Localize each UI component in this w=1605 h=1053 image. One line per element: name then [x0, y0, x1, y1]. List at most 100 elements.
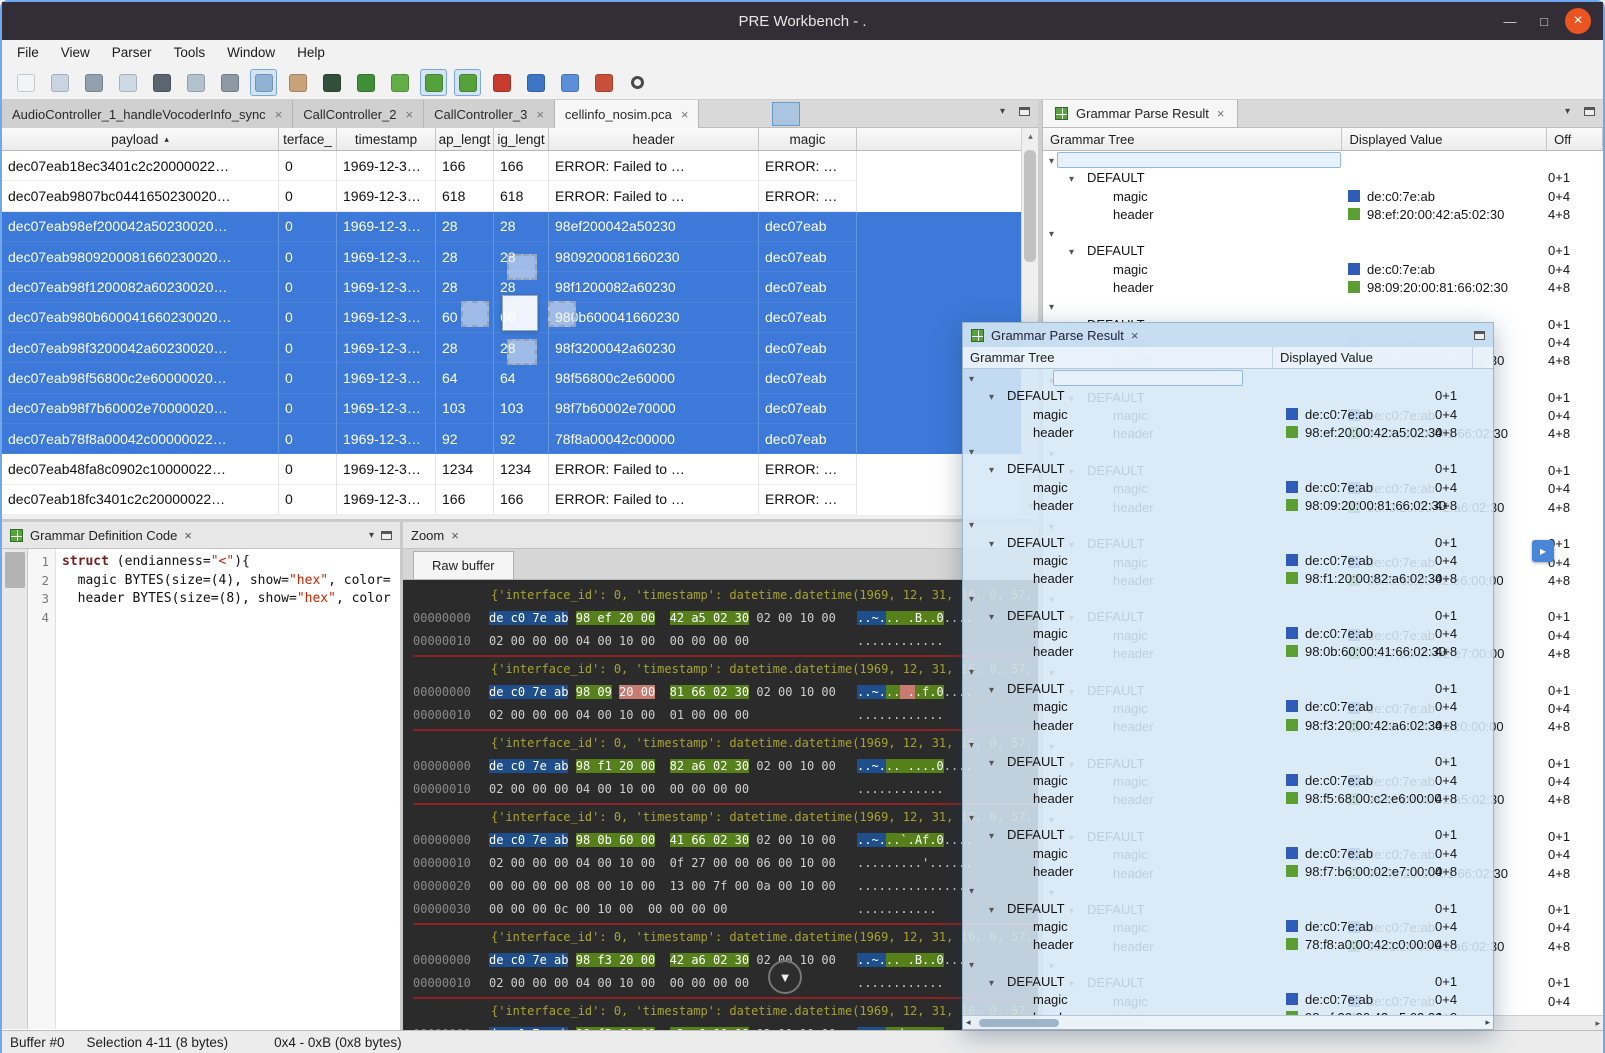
- column-header-payload[interactable]: payload▴: [2, 128, 279, 150]
- tree-row-magic[interactable]: magicde:c0:7e:ab0+4: [963, 845, 1493, 863]
- tab-close-icon[interactable]: ×: [1217, 106, 1225, 121]
- code-panel-header[interactable]: Grammar Definition Code × ▾: [2, 522, 400, 549]
- tree-row-header[interactable]: header98:0b:60:00:41:66:02:304+8: [963, 643, 1493, 661]
- titlebar[interactable]: PRE Workbench - . — □ ×: [2, 2, 1603, 40]
- maximize-button[interactable]: □: [1531, 8, 1557, 34]
- tree-row-header[interactable]: header98:f5:68:00:c2:e6:00:004+8: [963, 790, 1493, 808]
- close-panel-icon[interactable]: ×: [451, 528, 459, 543]
- tree-row-default[interactable]: ▾DEFAULT0+1: [963, 973, 1493, 991]
- code-line[interactable]: magic BYTES(size=(4), show="hex", color=: [62, 572, 400, 591]
- scroll-up-icon[interactable]: ▴: [1022, 131, 1039, 142]
- column-header-header[interactable]: header: [549, 128, 759, 150]
- import-button[interactable]: [114, 69, 141, 96]
- floating-parse-result-window[interactable]: Grammar Parse Result × Grammar TreeDispl…: [962, 322, 1494, 1030]
- tree-row-default[interactable]: ▾DEFAULT0+1: [963, 387, 1493, 405]
- code-line[interactable]: struct (endianness="<"){: [62, 553, 400, 572]
- tree-row-root[interactable]: ▾: [963, 955, 1493, 973]
- table-row[interactable]: dec07eab98f7b60002e70000020…01969-12-3…1…: [2, 394, 1021, 424]
- table-row[interactable]: dec07eab78f8a00042c00000022…01969-12-3…9…: [2, 424, 1021, 454]
- table-row[interactable]: dec07eab9807bc0441650230020…01969-12-3…6…: [2, 181, 1021, 211]
- screen-zoom-button[interactable]: [556, 69, 583, 96]
- tree-row-magic[interactable]: magicde:c0:7e:ab0+4: [963, 772, 1493, 790]
- tree-row-header[interactable]: header78:f8:a0:00:42:c0:00:004+8: [963, 936, 1493, 954]
- tree-row-root[interactable]: ▾: [963, 881, 1493, 899]
- scroll-right-icon[interactable]: ▸: [1485, 1017, 1490, 1028]
- pin-button[interactable]: [590, 69, 617, 96]
- panel-menu-icon[interactable]: ▾: [369, 530, 374, 541]
- tree-row-root[interactable]: ▾: [963, 442, 1493, 460]
- print-button[interactable]: [216, 69, 243, 96]
- code-line[interactable]: [62, 609, 400, 628]
- tree-row-header[interactable]: header98:09:20:00:81:66:02:304+8: [963, 497, 1493, 515]
- scroll-right-icon[interactable]: ▸: [1595, 1018, 1600, 1029]
- tab-close-icon[interactable]: ×: [406, 107, 414, 122]
- tree-row-default[interactable]: ▾DEFAULT0+1: [963, 680, 1493, 698]
- minimize-button[interactable]: —: [1497, 8, 1523, 34]
- tab-cellinfo-nosim-pca[interactable]: cellinfo_nosim.pca×: [555, 100, 700, 128]
- tree-row-default[interactable]: ▾DEFAULT0+1: [963, 460, 1493, 478]
- table-row[interactable]: dec07eab98f56800c2e60000020…01969-12-3…6…: [2, 363, 1021, 393]
- tree-row-magic[interactable]: magicde:c0:7e:ab0+4: [1043, 261, 1603, 279]
- tab-close-icon[interactable]: ×: [275, 107, 283, 122]
- panel-menu-icon[interactable]: ▾: [1565, 106, 1570, 117]
- tree-row-header[interactable]: header98:ef:20:00:42:a5:02:304+8: [963, 424, 1493, 442]
- table-row[interactable]: dec07eab18ec3401c2c20000022…01969-12-3…1…: [2, 151, 1021, 181]
- float-panel-icon[interactable]: [381, 531, 392, 540]
- float-column-displayed-value[interactable]: Displayed Value: [1273, 347, 1473, 368]
- tree-row-header[interactable]: header98:f1:20:00:82:a6:02:304+8: [963, 570, 1493, 588]
- tab-audiocontroller-1-handlevocoderinfo-sync[interactable]: AudioController_1_handleVocoderInfo_sync…: [2, 100, 293, 128]
- menu-tools[interactable]: Tools: [163, 40, 217, 66]
- tab-callcontroller-2[interactable]: CallController_2×: [293, 100, 424, 128]
- bug-button[interactable]: [352, 69, 379, 96]
- tab-close-icon[interactable]: ×: [536, 107, 544, 122]
- copy-button[interactable]: [182, 69, 209, 96]
- tree-row-default[interactable]: ▾DEFAULT0+1: [963, 607, 1493, 625]
- scroll-left-icon[interactable]: ◂: [966, 1017, 971, 1028]
- tree-row-default[interactable]: ▾DEFAULT0+1: [1043, 242, 1603, 260]
- scrollbar-thumb[interactable]: [1024, 150, 1036, 262]
- float-panel-icon[interactable]: [1584, 107, 1595, 116]
- window-tool-button[interactable]: [522, 69, 549, 96]
- menu-parser[interactable]: Parser: [101, 40, 163, 66]
- tree-row-header[interactable]: header98:ef:20:00:42:a5:02:304+8: [1043, 206, 1603, 224]
- tree-row-header[interactable]: header98:f3:20:00:42:a6:02:304+8: [963, 717, 1493, 735]
- floating-window-titlebar[interactable]: Grammar Parse Result ×: [963, 323, 1493, 347]
- tree-row-root[interactable]: ▾: [963, 808, 1493, 826]
- code-scroll-thumb[interactable]: [5, 552, 25, 588]
- tree-row-root[interactable]: ▾: [963, 735, 1493, 753]
- tree-row-default[interactable]: ▾DEFAULT0+1: [963, 753, 1493, 771]
- close-panel-icon[interactable]: ×: [1131, 328, 1139, 343]
- tree-row-magic[interactable]: magicde:c0:7e:ab0+4: [963, 991, 1493, 1009]
- new-file-button[interactable]: [12, 69, 39, 96]
- scrollbar-thumb[interactable]: [979, 1019, 1059, 1027]
- table-row[interactable]: dec07eab18fc3401c2c20000022…01969-12-3…1…: [2, 485, 1021, 515]
- table-row[interactable]: dec07eab48fa8c0902c10000022…01969-12-3…1…: [2, 454, 1021, 484]
- tab-grammar-parse-result[interactable]: Grammar Parse Result ×: [1043, 100, 1238, 127]
- tree-row-magic[interactable]: magicde:c0:7e:ab0+4: [963, 479, 1493, 497]
- table-row[interactable]: dec07eab98ef200042a50230020…01969-12-3…2…: [2, 212, 1021, 242]
- code-line[interactable]: header BYTES(size=(8), show="hex", color: [62, 590, 400, 609]
- tree-row-root[interactable]: ▾: [963, 369, 1493, 387]
- close-panel-icon[interactable]: ×: [184, 528, 192, 543]
- tree-row-root[interactable]: ▾: [963, 515, 1493, 533]
- scroll-page-right-button[interactable]: ▸: [1532, 540, 1554, 562]
- tree-row-root[interactable]: ▾: [1043, 224, 1603, 242]
- column-header-timestamp[interactable]: timestamp: [337, 128, 436, 150]
- code-editor[interactable]: struct (endianness="<"){ magic BYTES(siz…: [56, 549, 400, 1029]
- code-scroll-strip[interactable]: [2, 549, 28, 1029]
- tree-row-default[interactable]: ▾DEFAULT0+1: [963, 826, 1493, 844]
- tree-row-magic[interactable]: magicde:c0:7e:ab0+4: [963, 552, 1493, 570]
- tree-row-root[interactable]: ▾: [1043, 297, 1603, 315]
- tree-row-default[interactable]: ▾DEFAULT0+1: [963, 900, 1493, 918]
- plant-button[interactable]: [386, 69, 413, 96]
- parse-column-off[interactable]: Off: [1547, 128, 1603, 150]
- floating-hscrollbar[interactable]: ◂ ▸: [963, 1015, 1493, 1029]
- tree-row-magic[interactable]: magicde:c0:7e:ab0+4: [963, 625, 1493, 643]
- float-column-grammar-tree[interactable]: Grammar Tree: [963, 347, 1273, 368]
- tab-list-dropdown-icon[interactable]: ▾: [1000, 106, 1005, 117]
- menu-help[interactable]: Help: [286, 40, 336, 66]
- tree-row-default[interactable]: ▾DEFAULT0+1: [963, 534, 1493, 552]
- tree-row-default[interactable]: ▾DEFAULT0+1: [1043, 169, 1603, 187]
- parse-column-displayed-value[interactable]: Displayed Value: [1342, 128, 1547, 150]
- parse-grid-button[interactable]: [420, 69, 447, 96]
